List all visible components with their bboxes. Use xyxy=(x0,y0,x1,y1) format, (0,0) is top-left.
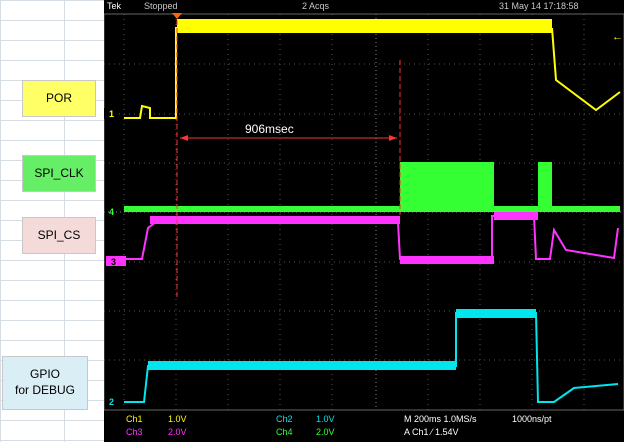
gpio-debug-label: GPIO for DEBUG xyxy=(2,356,88,410)
scope-waveforms: 906msec 1 4 3 2 ← xyxy=(104,13,624,411)
por-label-text: POR xyxy=(45,90,72,105)
spi-clk-label: SPI_CLK xyxy=(22,155,96,192)
spi-cs-label-text: SPI_CS xyxy=(37,227,81,242)
timebase: M 200ms 1.0MS/s xyxy=(404,414,477,424)
ch1-scale: 1.0V xyxy=(168,414,187,424)
scope-settings-bar: Ch1 1.0V Ch3 2.0V Ch2 1.0V Ch4 2.0V M 20… xyxy=(104,411,624,442)
oscilloscope-screen: Tek Stopped 2 Acqs 31 May 14 17:18:58 90… xyxy=(104,0,624,442)
delay-annotation-text: 906msec xyxy=(245,122,294,136)
ch4-scale: 2.0V xyxy=(316,427,335,437)
spi-cs-label: SPI_CS xyxy=(22,217,96,254)
ch1-label: Ch1 xyxy=(126,414,143,424)
ch4-label: Ch4 xyxy=(276,427,293,437)
ch3-scale: 2.0V xyxy=(168,427,187,437)
ch3-waveform xyxy=(124,212,619,264)
ch2-waveform xyxy=(124,309,619,403)
ch2-scale: 1.0V xyxy=(316,414,335,424)
ch1-waveform xyxy=(124,19,621,119)
delay-annotation xyxy=(176,20,401,300)
ch1-marker: 1 xyxy=(109,109,114,119)
gpio-label-line1: GPIO xyxy=(29,367,60,382)
trigger-position-marker xyxy=(172,13,182,19)
ch4-marker: 4 xyxy=(109,207,114,217)
trigger-setting: A Ch1 ⁄ 1.54V xyxy=(404,427,459,437)
ch2-marker: 2 xyxy=(109,397,114,407)
por-label: POR xyxy=(22,80,96,117)
ch4-waveform xyxy=(124,162,620,212)
ch3-marker: 3 xyxy=(111,257,116,267)
trigger-level-arrow-icon: ← xyxy=(612,31,623,43)
spi-clk-label-text: SPI_CLK xyxy=(34,165,84,180)
channel-markers: 1 4 3 2 xyxy=(104,108,126,407)
ch2-label: Ch2 xyxy=(276,414,293,424)
ch3-label: Ch3 xyxy=(126,427,143,437)
record-length: 1000ns/pt xyxy=(512,414,552,424)
gpio-label-line2: for DEBUG xyxy=(14,383,75,397)
